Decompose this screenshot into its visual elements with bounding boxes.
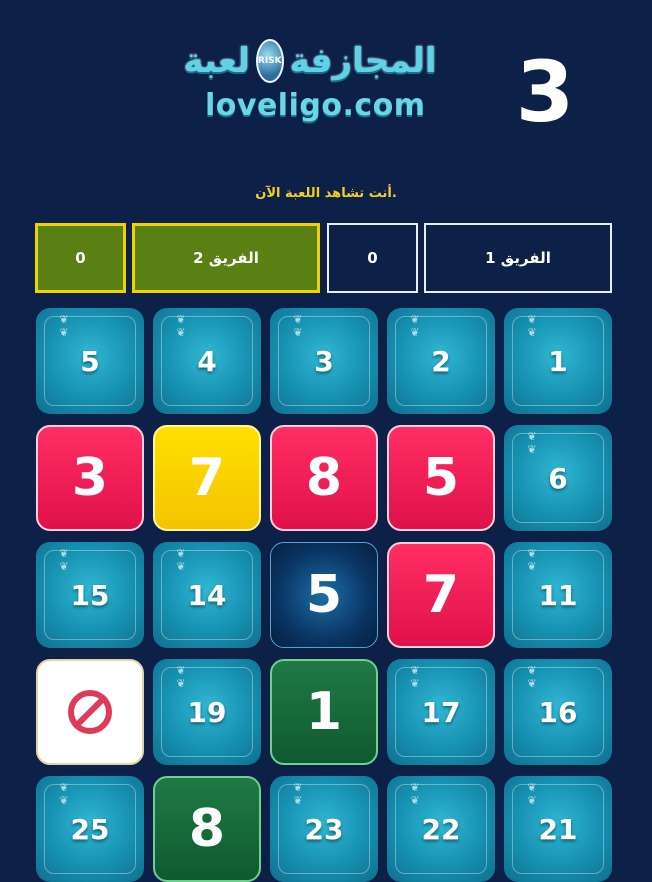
tile-label: 25 <box>70 812 110 846</box>
board-tile[interactable]: 25 <box>36 776 144 882</box>
header: لعبة RISK المجازفة loveligo.com 3 <box>0 0 652 180</box>
logo-text-part2: المجازفة <box>289 41 437 81</box>
scoreboard: 0 الفريق 2 0 الفريق 1 <box>0 223 652 295</box>
tile-label: 5 <box>422 448 460 508</box>
board-tile[interactable]: 23 <box>270 776 378 882</box>
board-tile[interactable]: 3 <box>36 425 144 531</box>
board-tile[interactable]: 2 <box>387 308 495 414</box>
tile-label: 1 <box>548 344 568 378</box>
round-number: 3 <box>515 43 575 141</box>
tile-label: 15 <box>70 578 110 612</box>
board-tile[interactable]: 8 <box>153 776 261 882</box>
tile-label: 3 <box>314 344 334 378</box>
tile-label: 6 <box>548 461 568 495</box>
spectator-status: أنت تشاهد اللعبة الآن. <box>255 186 397 201</box>
prohibited-icon <box>68 690 112 734</box>
tile-label: 14 <box>187 578 227 612</box>
board-tile[interactable]: 5 <box>387 425 495 531</box>
board-tile[interactable]: 15 <box>36 542 144 648</box>
board-tile[interactable]: 7 <box>387 542 495 648</box>
team-2-name: الفريق 2 <box>132 223 320 293</box>
tile-label: 16 <box>538 695 578 729</box>
board-tile[interactable]: 6 <box>504 425 612 531</box>
site-url: loveligo.com <box>205 88 426 123</box>
tile-label: 1 <box>305 682 343 742</box>
tile-label: 21 <box>538 812 578 846</box>
logo-text-part1: لعبة <box>183 41 250 81</box>
board-tile[interactable]: 21 <box>504 776 612 882</box>
board-tile[interactable]: 8 <box>270 425 378 531</box>
board-tile[interactable] <box>36 659 144 765</box>
tile-label: 5 <box>80 344 100 378</box>
team-1-score: 0 <box>327 223 418 293</box>
board-tile[interactable]: 11 <box>504 542 612 648</box>
tile-label: 11 <box>538 578 578 612</box>
board-tile[interactable]: 5 <box>270 542 378 648</box>
tile-label: 5 <box>305 565 343 625</box>
team-2-score: 0 <box>35 223 126 293</box>
board-tile[interactable]: 14 <box>153 542 261 648</box>
board-tile[interactable]: 5 <box>36 308 144 414</box>
board-tile[interactable]: 16 <box>504 659 612 765</box>
tile-label: 8 <box>305 448 343 508</box>
tile-label: 22 <box>421 812 461 846</box>
tile-label: 4 <box>197 344 217 378</box>
board-tile[interactable]: 1 <box>504 308 612 414</box>
board-tile[interactable]: 1 <box>270 659 378 765</box>
board-tile[interactable]: 3 <box>270 308 378 414</box>
tile-label: 2 <box>431 344 451 378</box>
board-tile[interactable]: 22 <box>387 776 495 882</box>
game-logo: لعبة RISK المجازفة <box>183 36 437 86</box>
board-tile[interactable]: 4 <box>153 308 261 414</box>
board-tile[interactable]: 17 <box>387 659 495 765</box>
tile-label: 17 <box>421 695 461 729</box>
tile-label: 7 <box>422 565 460 625</box>
board-tile[interactable]: 7 <box>153 425 261 531</box>
team-1-name: الفريق 1 <box>424 223 612 293</box>
tile-label: 19 <box>187 695 227 729</box>
risk-badge-icon: RISK <box>255 39 284 83</box>
board-tile[interactable]: 19 <box>153 659 261 765</box>
tile-label: 23 <box>304 812 344 846</box>
tile-label: 8 <box>188 799 226 859</box>
tile-label: 7 <box>188 448 226 508</box>
tile-label: 3 <box>71 448 109 508</box>
